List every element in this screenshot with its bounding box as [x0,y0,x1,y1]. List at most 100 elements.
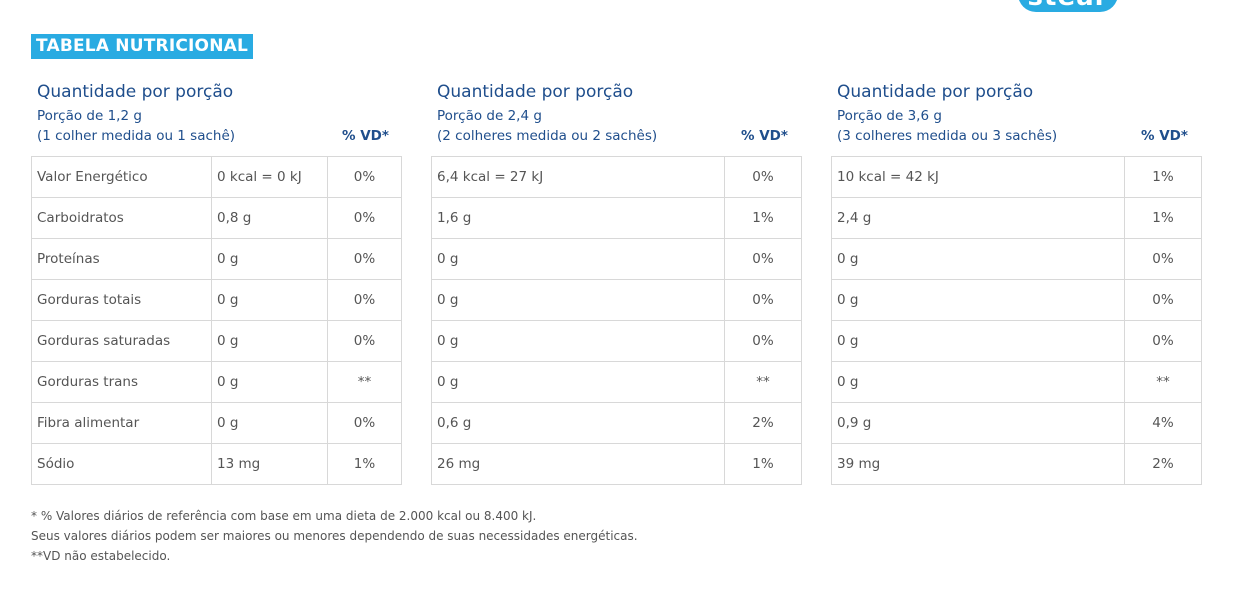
nutrition-table: 6,4 kcal = 27 kJ 0% 1,6 g 1% 0 g 0% 0 g 0% 0… [431,156,802,485]
table-row: 0 g 0% [831,320,1202,362]
nutrition-panel-1: Quantidade por porção Porção de 1,2 g (1… [31,80,402,485]
nutrient-vd: 0% [327,238,402,280]
nutrient-name: Valor Energético [31,156,212,198]
portion-measure: (2 colheres medida ou 2 sachês) [437,128,658,144]
nutrient-amount: 10 kcal = 42 kJ [831,156,1125,198]
table-row: 0 g 0% [431,320,802,362]
table-row: Valor Energético 0 kcal = 0 kJ 0% [31,156,402,198]
nutrient-amount: 0 g [431,238,725,280]
brand-logo-text: stear [1018,0,1118,12]
nutrient-amount: 2,4 g [831,197,1125,239]
nutrient-amount: 1,6 g [431,197,725,239]
nutrient-name: Fibra alimentar [31,402,212,444]
table-row: Carboidratos 0,8 g 0% [31,197,402,239]
nutrition-panel-2: Quantidade por porção Porção de 2,4 g (2… [431,80,802,485]
nutrient-vd: 1% [327,443,402,485]
table-row: 0 g ** [831,361,1202,403]
table-row: Proteínas 0 g 0% [31,238,402,280]
table-row: 0 g 0% [431,279,802,321]
nutrient-amount: 39 mg [831,443,1125,485]
table-row: 0,6 g 2% [431,402,802,444]
panel-title: Quantidade por porção [837,82,1034,102]
nutrient-amount: 13 mg [211,443,328,485]
nutrient-vd: 2% [724,402,802,444]
portion-measure: (1 colher medida ou 1 sachê) [37,128,236,144]
vd-header: % VD* [741,128,788,144]
nutrient-vd: 1% [724,197,802,239]
nutrient-name: Proteínas [31,238,212,280]
nutrient-vd: 2% [1124,443,1202,485]
nutrient-vd: 0% [1124,320,1202,362]
nutrient-name: Gorduras totais [31,279,212,321]
nutrient-amount: 0 g [831,238,1125,280]
table-row: 2,4 g 1% [831,197,1202,239]
table-row: 10 kcal = 42 kJ 1% [831,156,1202,198]
portion-size: Porção de 2,4 g [437,108,542,124]
nutrient-amount: 0 g [211,320,328,362]
table-row: Fibra alimentar 0 g 0% [31,402,402,444]
nutrient-vd: 0% [1124,238,1202,280]
nutrient-vd: ** [724,361,802,403]
table-row: 0,9 g 4% [831,402,1202,444]
nutrient-name: Gorduras saturadas [31,320,212,362]
nutrient-amount: 0 g [831,320,1125,362]
table-row: 0 g ** [431,361,802,403]
nutrient-amount: 0,9 g [831,402,1125,444]
table-row: 26 mg 1% [431,443,802,485]
nutrient-amount: 0 kcal = 0 kJ [211,156,328,198]
nutrient-amount: 0 g [211,402,328,444]
nutrient-vd: 0% [724,156,802,198]
vd-header: % VD* [342,128,389,144]
nutrient-amount: 6,4 kcal = 27 kJ [431,156,725,198]
nutrient-vd: 0% [327,197,402,239]
nutrient-vd: ** [327,361,402,403]
nutrient-amount: 0,6 g [431,402,725,444]
nutrient-vd: ** [1124,361,1202,403]
nutrient-vd: 0% [1124,279,1202,321]
portion-measure: (3 colheres medida ou 3 sachês) [837,128,1058,144]
nutrient-vd: 4% [1124,402,1202,444]
nutrient-vd: 0% [327,402,402,444]
vd-header: % VD* [1141,128,1188,144]
table-row: 0 g 0% [831,238,1202,280]
table-row: 39 mg 2% [831,443,1202,485]
nutrient-vd: 0% [724,238,802,280]
nutrient-vd: 0% [327,156,402,198]
nutrient-name: Gorduras trans [31,361,212,403]
nutrient-amount: 0 g [211,238,328,280]
nutrient-amount: 0 g [431,361,725,403]
nutrient-vd: 0% [724,279,802,321]
nutrient-vd: 0% [327,279,402,321]
nutrient-amount: 0 g [431,279,725,321]
portion-size: Porção de 1,2 g [37,108,142,124]
nutrient-amount: 0 g [831,361,1125,403]
footnote-vd-not-established: **VD não estabelecido. [31,549,171,563]
portion-size: Porção de 3,6 g [837,108,942,124]
table-row: Gorduras totais 0 g 0% [31,279,402,321]
nutrient-name: Carboidratos [31,197,212,239]
table-row: 6,4 kcal = 27 kJ 0% [431,156,802,198]
table-row: Sódio 13 mg 1% [31,443,402,485]
nutrient-vd: 1% [1124,156,1202,198]
footnote-vd-reference: * % Valores diários de referência com ba… [31,509,537,523]
footnote-daily-values: Seus valores diários podem ser maiores o… [31,529,638,543]
page-title: TABELA NUTRICIONAL [31,34,254,59]
nutrient-name: Sódio [31,443,212,485]
table-row: Gorduras trans 0 g ** [31,361,402,403]
table-row: 1,6 g 1% [431,197,802,239]
footnotes: * % Valores diários de referência com ba… [31,506,638,566]
nutrient-amount: 0 g [431,320,725,362]
nutrition-table: 10 kcal = 42 kJ 1% 2,4 g 1% 0 g 0% 0 g 0% 0 … [831,156,1202,485]
nutrient-amount: 0 g [211,361,328,403]
nutrition-table: Valor Energético 0 kcal = 0 kJ 0% Carboidr… [31,156,402,485]
panel-title: Quantidade por porção [37,82,234,102]
nutrient-amount: 26 mg [431,443,725,485]
nutrient-amount: 0 g [831,279,1125,321]
nutrient-vd: 0% [724,320,802,362]
table-row: Gorduras saturadas 0 g 0% [31,320,402,362]
nutrient-vd: 1% [1124,197,1202,239]
nutrient-amount: 0,8 g [211,197,328,239]
brand-logo: stear [1018,0,1118,12]
nutrient-amount: 0 g [211,279,328,321]
nutrient-vd: 0% [327,320,402,362]
